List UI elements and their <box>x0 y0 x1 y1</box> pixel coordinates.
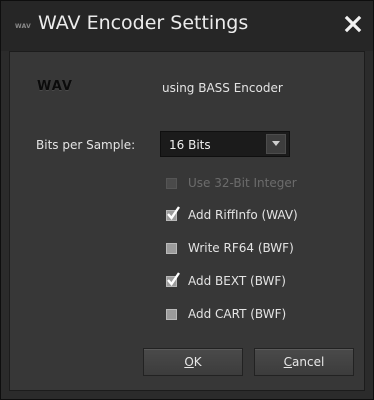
cancel-button[interactable]: Cancel <box>254 348 354 376</box>
option-label: Add BEXT (BWF) <box>188 274 286 288</box>
option-label: Use 32-Bit Integer <box>188 176 297 190</box>
checkmark-icon <box>167 206 180 220</box>
ok-mnemonic: O <box>184 355 194 369</box>
bits-per-sample-select[interactable]: 16 Bits <box>160 131 290 157</box>
checkbox-checked[interactable] <box>166 206 180 221</box>
option-label: Add CART (BWF) <box>188 307 287 321</box>
dropdown-button[interactable] <box>266 134 286 154</box>
app-logo: WAV <box>15 23 32 30</box>
settings-panel: WAV using BASS Encoder Bits per Sample: … <box>9 51 365 391</box>
checkbox-unchecked <box>166 178 177 189</box>
bits-per-sample-label: Bits per Sample: <box>36 138 136 152</box>
bits-per-sample-value: 16 Bits <box>169 138 211 152</box>
cancel-mnemonic: C <box>283 355 293 369</box>
close-icon <box>344 15 362 33</box>
checkbox-unchecked[interactable] <box>166 243 177 254</box>
ok-button[interactable]: OK <box>143 348 243 376</box>
option-label: Add RiffInfo (WAV) <box>188 208 298 222</box>
checkbox-checked[interactable] <box>166 272 180 287</box>
checkmark-icon <box>167 272 180 286</box>
cancel-label: ancel <box>292 355 325 369</box>
ok-label: K <box>193 355 202 369</box>
title-bar[interactable]: WAV WAV Encoder Settings <box>1 1 373 51</box>
close-button[interactable] <box>341 12 365 36</box>
window-title: WAV Encoder Settings <box>38 12 249 34</box>
format-logo: WAV <box>37 79 73 94</box>
option-label: Write RF64 (BWF) <box>188 241 294 255</box>
encoder-info: using BASS Encoder <box>162 81 283 95</box>
chevron-down-icon <box>272 141 280 146</box>
checkbox-unchecked[interactable] <box>166 309 177 320</box>
encoder-settings-window: WAV WAV Encoder Settings WAV using BASS … <box>0 0 374 400</box>
